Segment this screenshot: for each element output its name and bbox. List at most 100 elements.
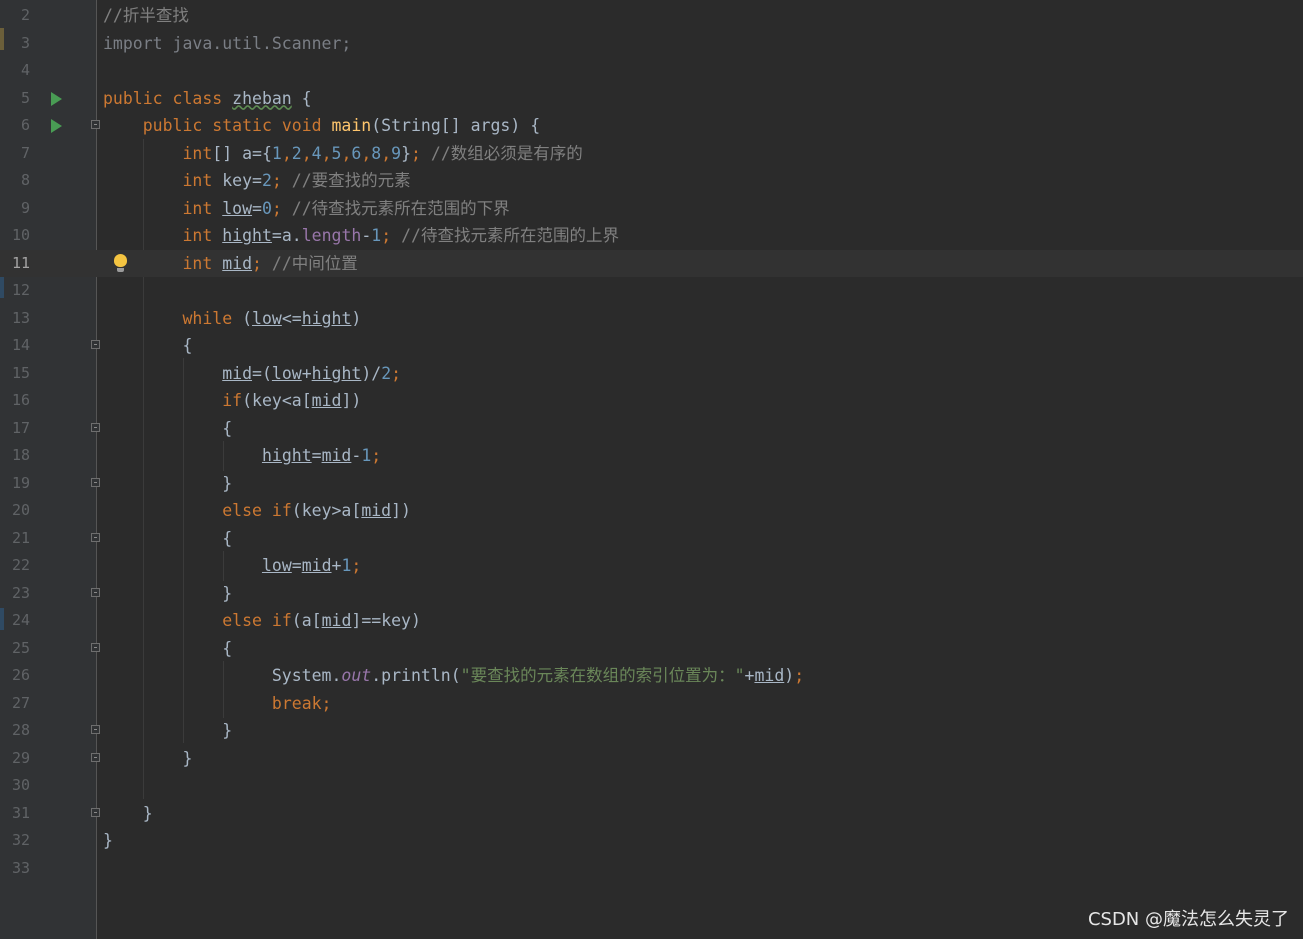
- code-text[interactable]: else if(key>a[mid]): [103, 497, 411, 525]
- code-text[interactable]: {: [103, 415, 232, 443]
- code-text[interactable]: }: [103, 745, 192, 773]
- code-line[interactable]: 26 System.out.println("要查找的元素在数组的索引位置为："…: [0, 662, 1303, 690]
- line-number[interactable]: 16: [0, 387, 30, 415]
- fold-icon[interactable]: [91, 120, 100, 129]
- fold-icon[interactable]: [91, 807, 100, 817]
- code-line[interactable]: 18 hight=mid-1;: [0, 442, 1303, 470]
- fold-icon[interactable]: [91, 477, 100, 487]
- line-number[interactable]: 27: [0, 690, 30, 718]
- line-number[interactable]: 18: [0, 442, 30, 470]
- code-line[interactable]: 27 break;: [0, 690, 1303, 718]
- code-line[interactable]: 4: [0, 57, 1303, 85]
- code-text[interactable]: {: [103, 332, 192, 360]
- line-number[interactable]: 23: [0, 580, 30, 608]
- code-line[interactable]: 11 int mid; //中间位置: [0, 249, 1303, 278]
- fold-icon[interactable]: [91, 752, 100, 762]
- line-number[interactable]: 31: [0, 800, 30, 828]
- code-text[interactable]: if(key<a[mid]): [103, 387, 361, 415]
- code-text[interactable]: }: [103, 580, 232, 608]
- code-text[interactable]: public static void main(String[] args) {: [103, 112, 540, 140]
- code-line[interactable]: 3 import java.util.Scanner;: [0, 30, 1303, 58]
- code-text[interactable]: }: [103, 827, 113, 855]
- line-number[interactable]: 22: [0, 552, 30, 580]
- line-number[interactable]: 5: [0, 85, 30, 113]
- fold-icon[interactable]: [91, 422, 100, 432]
- line-number[interactable]: 26: [0, 662, 30, 690]
- code-line[interactable]: 31 }: [0, 800, 1303, 828]
- code-text[interactable]: public class zheban {: [103, 85, 312, 113]
- code-text[interactable]: int mid; //中间位置: [103, 250, 357, 278]
- line-number[interactable]: 13: [0, 305, 30, 333]
- line-number[interactable]: 7: [0, 140, 30, 168]
- code-line[interactable]: 17 {: [0, 415, 1303, 443]
- code-line[interactable]: 2 //折半查找: [0, 2, 1303, 30]
- line-number[interactable]: 14: [0, 332, 30, 360]
- code-line[interactable]: 29 }: [0, 745, 1303, 773]
- code-text[interactable]: int hight=a.length-1; //待查找元素所在范围的上界: [103, 222, 618, 250]
- line-number[interactable]: 17: [0, 415, 30, 443]
- fold-icon[interactable]: [91, 642, 100, 652]
- line-number[interactable]: 33: [0, 855, 30, 883]
- code-line[interactable]: 33: [0, 855, 1303, 883]
- line-number[interactable]: 29: [0, 745, 30, 773]
- code-editor[interactable]: 2 //折半查找 3 import java.util.Scanner; 4 5 publi…: [0, 0, 1303, 939]
- code-line[interactable]: 8 int key=2; //要查找的元素: [0, 167, 1303, 195]
- run-icon[interactable]: [51, 91, 62, 106]
- line-number[interactable]: 24: [0, 607, 30, 635]
- line-number[interactable]: 3: [0, 30, 30, 58]
- code-text[interactable]: //折半查找: [103, 2, 189, 30]
- code-text[interactable]: }: [103, 717, 232, 745]
- code-text[interactable]: while (low<=hight): [103, 305, 361, 333]
- code-text[interactable]: break;: [103, 690, 332, 718]
- code-line[interactable]: 6 public static void main(String[] args)…: [0, 112, 1303, 140]
- line-number[interactable]: 21: [0, 525, 30, 553]
- line-number[interactable]: 20: [0, 497, 30, 525]
- code-line[interactable]: 5 public class zheban {: [0, 85, 1303, 113]
- code-line[interactable]: 21 {: [0, 525, 1303, 553]
- code-text[interactable]: else if(a[mid]==key): [103, 607, 421, 635]
- line-number[interactable]: 12: [0, 277, 30, 305]
- code-text[interactable]: hight=mid-1;: [103, 442, 381, 470]
- code-line[interactable]: 9 int low=0; //待查找元素所在范围的下界: [0, 195, 1303, 223]
- line-number[interactable]: 28: [0, 717, 30, 745]
- code-text[interactable]: {: [103, 525, 232, 553]
- line-number[interactable]: 2: [0, 2, 30, 30]
- fold-icon[interactable]: [91, 587, 100, 597]
- line-number[interactable]: 19: [0, 470, 30, 498]
- code-line[interactable]: 13 while (low<=hight): [0, 305, 1303, 333]
- code-line[interactable]: 28 }: [0, 717, 1303, 745]
- line-number[interactable]: 30: [0, 772, 30, 800]
- code-line[interactable]: 15 mid=(low+hight)/2;: [0, 360, 1303, 388]
- fold-icon[interactable]: [91, 532, 100, 542]
- code-line[interactable]: 32}: [0, 827, 1303, 855]
- line-number[interactable]: 32: [0, 827, 30, 855]
- code-text[interactable]: }: [103, 800, 153, 828]
- code-line[interactable]: 14 {: [0, 332, 1303, 360]
- fold-icon[interactable]: [91, 725, 100, 734]
- code-line[interactable]: 16 if(key<a[mid]): [0, 387, 1303, 415]
- code-line[interactable]: 19 }: [0, 470, 1303, 498]
- line-number[interactable]: 8: [0, 167, 30, 195]
- line-number[interactable]: 10: [0, 222, 30, 250]
- code-text[interactable]: int key=2; //要查找的元素: [103, 167, 410, 195]
- code-line[interactable]: 10 int hight=a.length-1; //待查找元素所在范围的上界: [0, 222, 1303, 250]
- code-line[interactable]: 30: [0, 772, 1303, 800]
- fold-icon[interactable]: [91, 340, 100, 349]
- code-line[interactable]: 24 else if(a[mid]==key): [0, 607, 1303, 635]
- code-text[interactable]: }: [103, 470, 232, 498]
- line-number[interactable]: 9: [0, 195, 30, 223]
- code-line[interactable]: 22 low=mid+1;: [0, 552, 1303, 580]
- code-line[interactable]: 12: [0, 277, 1303, 305]
- code-text[interactable]: System.out.println("要查找的元素在数组的索引位置为："+mi…: [103, 662, 804, 690]
- line-number[interactable]: 25: [0, 635, 30, 663]
- run-icon[interactable]: [51, 119, 62, 133]
- code-text[interactable]: {: [103, 635, 232, 663]
- code-line[interactable]: 20 else if(key>a[mid]): [0, 497, 1303, 525]
- code-line[interactable]: 7 int[] a={1,2,4,5,6,8,9}; //数组必须是有序的: [0, 140, 1303, 168]
- line-number[interactable]: 6: [0, 112, 30, 140]
- code-text[interactable]: int[] a={1,2,4,5,6,8,9}; //数组必须是有序的: [103, 140, 582, 168]
- code-text[interactable]: mid=(low+hight)/2;: [103, 360, 401, 388]
- code-line[interactable]: 25 {: [0, 635, 1303, 663]
- code-text[interactable]: int low=0; //待查找元素所在范围的下界: [103, 195, 509, 223]
- line-number[interactable]: 15: [0, 360, 30, 388]
